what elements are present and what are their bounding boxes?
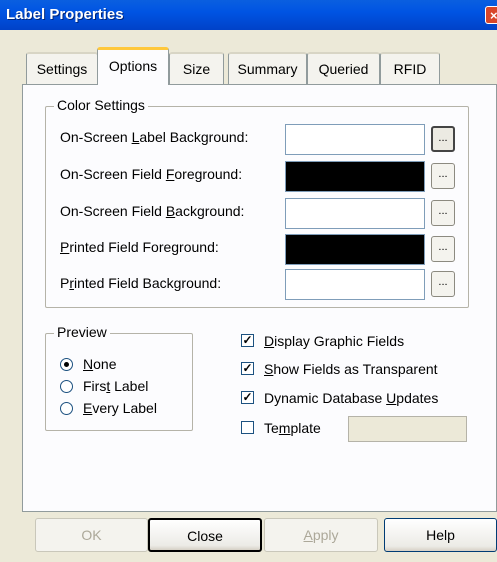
on-screen-field-foreground-label: On-Screen Field Foreground: [60,166,243,182]
checkbox-box[interactable]: ✓ [241,334,254,347]
radio-button[interactable] [60,358,73,371]
apply-button[interactable]: Apply [264,518,378,552]
tab-label: Queried [318,61,369,77]
tab-settings[interactable]: Settings [26,52,98,84]
checkbox-label: Show Fields as Transparent [264,361,438,377]
printed-field-background-button[interactable]: ... [431,271,455,297]
printed-field-background-label: Printed Field Background: [60,275,222,291]
checkbox-label: Display Graphic Fields [264,333,405,349]
radio-label: Every Label [83,400,157,416]
checkbox-box[interactable]: ✓ [241,362,254,375]
radio-button[interactable] [60,402,73,415]
close-button[interactable]: Close [148,518,262,552]
printed-field-foreground-label: Printed Field Foreground: [60,239,219,255]
checkbox-label: Dynamic Database Updates [264,390,439,406]
tab-size[interactable]: Size [169,52,224,84]
window-title: Label Properties [6,6,124,23]
checkbox-label: Template [264,420,321,436]
printed-field-foreground-button[interactable]: ... [431,236,455,262]
on-screen-field-background-label: On-Screen Field Background: [60,203,245,219]
checkbox-box[interactable] [241,421,254,434]
on-screen-label-background-button[interactable]: ... [431,126,455,152]
tab-label: Options [108,58,158,74]
tab-summary[interactable]: Summary [228,52,307,84]
close-window-icon[interactable]: × [485,6,497,24]
tab-label: Settings [36,61,88,77]
tab-queried[interactable]: Queried [307,52,380,84]
radio-label: First Label [83,378,149,394]
title-bar: Label Properties × [0,0,497,30]
tab-label: Size [182,61,211,77]
on-screen-label-background-label: On-Screen Label Background: [60,129,249,145]
radio-button[interactable] [60,380,73,393]
checkbox-box[interactable]: ✓ [241,391,254,404]
label-properties-dialog: Label Properties × Settings Options Size… [0,0,497,562]
radio-label: None [83,356,117,372]
printed-field-background-swatch [285,269,425,300]
on-screen-field-background-swatch [285,198,425,229]
color-settings-title: Color Settings [54,97,148,113]
tab-options[interactable]: Options [97,47,169,85]
on-screen-label-background-swatch [285,124,425,155]
template-input[interactable] [348,416,467,442]
tab-rfid[interactable]: RFID [380,52,440,84]
printed-field-foreground-swatch [285,234,425,265]
on-screen-field-background-button[interactable]: ... [431,200,455,226]
on-screen-field-foreground-swatch [285,161,425,192]
on-screen-field-foreground-button[interactable]: ... [431,163,455,189]
ok-button[interactable]: OK [35,518,148,552]
radio-selected-dot [64,362,69,367]
preview-title: Preview [54,324,110,340]
help-button[interactable]: Help [384,518,497,552]
tab-label: RFID [393,61,427,77]
tab-label: Summary [237,61,298,77]
